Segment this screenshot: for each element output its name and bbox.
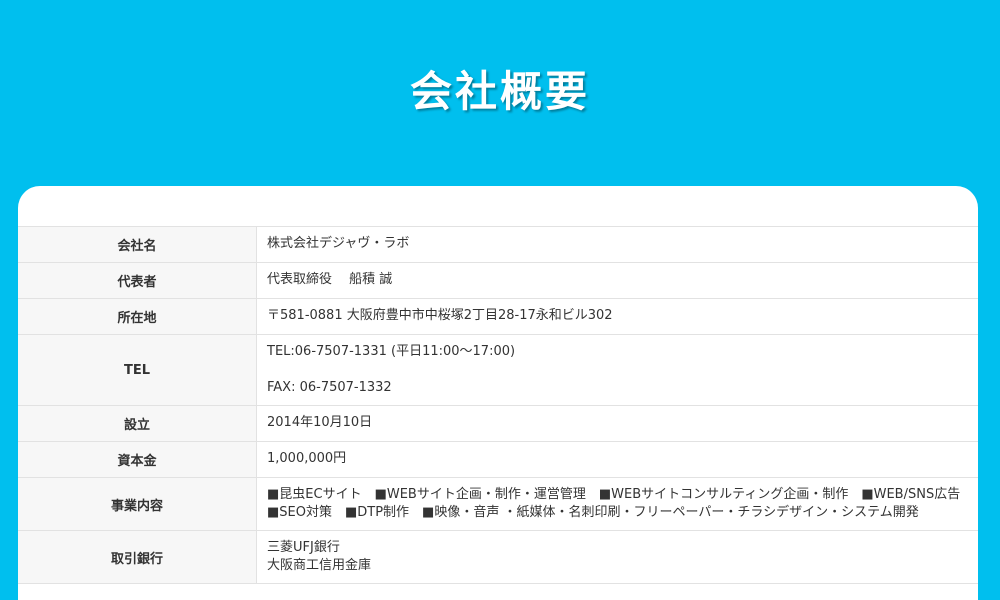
row-label-bank: 取引銀行 [18, 530, 257, 584]
row-value-tel: TEL:06-7507-1331 (平日11:00〜17:00) FAX: 06… [256, 334, 978, 406]
row-value-established: 2014年10月10日 [256, 405, 978, 442]
row-label-business: 事業内容 [18, 477, 257, 531]
table-row: 代表者 代表取締役 船積 誠 [18, 262, 978, 299]
table-row: 資本金 1,000,000円 [18, 441, 978, 478]
page-title: 会社概要 [409, 67, 590, 116]
bank-1: 三菱UFJ銀行 [267, 540, 340, 555]
row-value-bank: 三菱UFJ銀行 大阪商工信用金庫 [256, 530, 978, 584]
table-row: 会社名 株式会社デジャヴ・ラボ [18, 226, 978, 263]
fax-number: FAX: 06-7507-1332 [267, 380, 392, 395]
company-info-card: 会社名 株式会社デジャヴ・ラボ 代表者 代表取締役 船積 誠 所在地 〒581-… [18, 186, 978, 600]
row-label-company-name: 会社名 [18, 226, 257, 263]
row-label-representative: 代表者 [18, 262, 257, 299]
table-row: 事業内容 ■昆虫ECサイト ■WEBサイト企画・制作・運営管理 ■WEBサイトコ… [18, 477, 978, 531]
table-row: 設立 2014年10月10日 [18, 405, 978, 442]
row-label-tel: TEL [18, 334, 257, 406]
table-row: 所在地 〒581-0881 大阪府豊中市中桜塚2丁目28-17永和ビル302 [18, 298, 978, 335]
row-value-business: ■昆虫ECサイト ■WEBサイト企画・制作・運営管理 ■WEBサイトコンサルティ… [256, 477, 978, 531]
row-label-address: 所在地 [18, 298, 257, 335]
company-info-table: 会社名 株式会社デジャヴ・ラボ 代表者 代表取締役 船積 誠 所在地 〒581-… [18, 226, 978, 584]
tel-number: TEL:06-7507-1331 (平日11:00〜17:00) [267, 344, 516, 359]
row-label-capital: 資本金 [18, 441, 257, 478]
table-row: 取引銀行 三菱UFJ銀行 大阪商工信用金庫 [18, 530, 978, 584]
table-row: TEL TEL:06-7507-1331 (平日11:00〜17:00) FAX… [18, 334, 978, 406]
page: 会社概要 会社名 株式会社デジャヴ・ラボ 代表者 代表取締役 船積 誠 所在地 … [0, 0, 1000, 600]
row-value-capital: 1,000,000円 [256, 441, 978, 478]
bank-2: 大阪商工信用金庫 [267, 558, 372, 573]
row-value-company-name: 株式会社デジャヴ・ラボ [256, 226, 978, 263]
row-value-address: 〒581-0881 大阪府豊中市中桜塚2丁目28-17永和ビル302 [256, 298, 978, 335]
row-label-established: 設立 [18, 405, 257, 442]
row-value-representative: 代表取締役 船積 誠 [256, 262, 978, 299]
